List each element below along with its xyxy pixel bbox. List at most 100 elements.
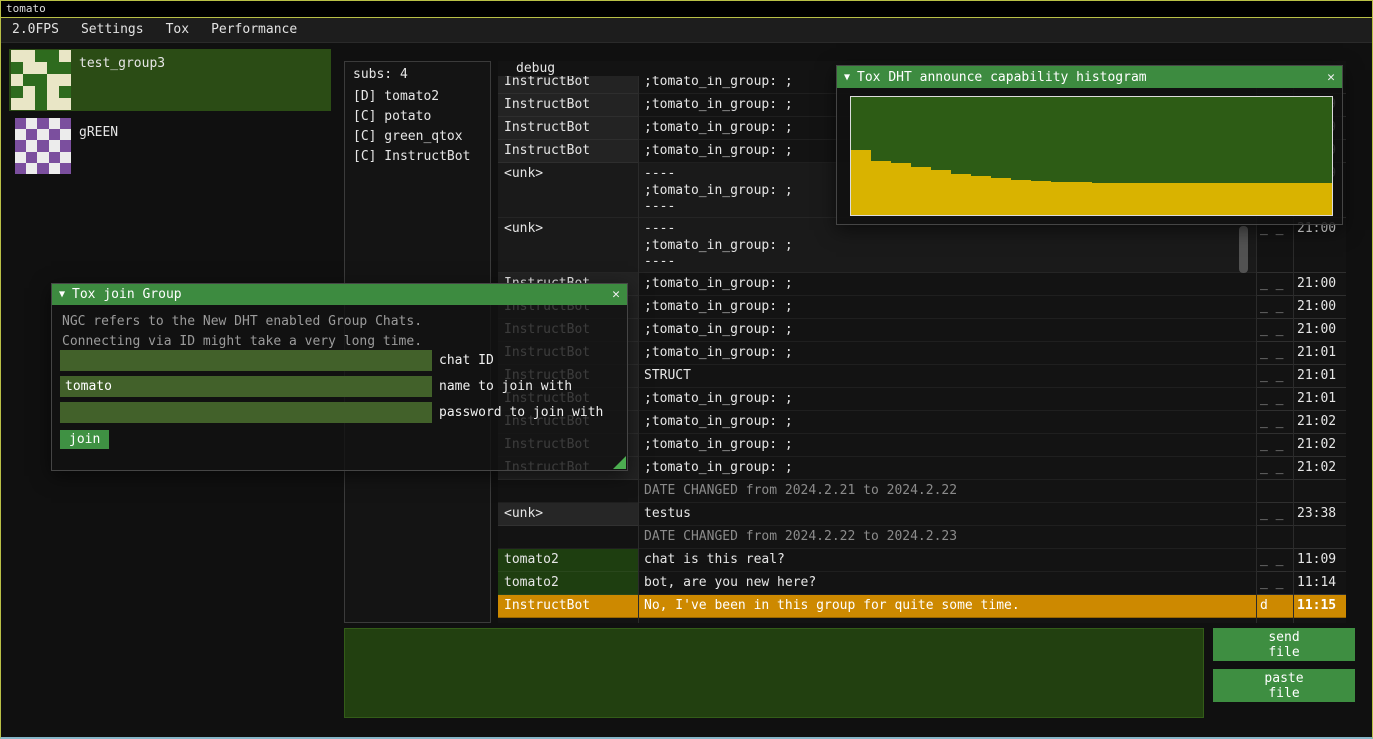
sender-name	[498, 526, 638, 549]
join-field-row: name to join with	[60, 376, 603, 397]
chat-message-row[interactable]: tomato2bot, are you new here?_ _11:14	[498, 572, 1346, 595]
histogram-bar	[971, 176, 991, 215]
histogram-window-title: Tox DHT announce capability histogram	[857, 70, 1147, 85]
message-time: 23:38	[1293, 503, 1346, 526]
join-button[interactable]: join	[60, 430, 109, 449]
date-separator-text: DATE CHANGED from 2024.2.22 to 2024.2.23	[638, 526, 1256, 549]
subs-list-item[interactable]: [C] potato	[345, 108, 490, 128]
field-label: chat ID	[439, 353, 494, 368]
join-group-window: ▼ Tox join Group ✕ NGC refers to the New…	[51, 283, 628, 471]
message-text: No, I've been in this group for quite so…	[638, 595, 1256, 618]
message-flags: _ _	[1256, 319, 1293, 342]
sender-name: InstructBot	[498, 117, 638, 140]
tab-debug[interactable]: debug	[516, 61, 555, 76]
message-time: 21:02	[1293, 411, 1346, 434]
chat-message-row[interactable]: tomato2chat is this real?_ _11:09	[498, 549, 1346, 572]
histogram-window-titlebar[interactable]: ▼ Tox DHT announce capability histogram …	[837, 66, 1342, 88]
sender-name: InstructBot	[498, 595, 638, 618]
histogram-bar	[1232, 183, 1252, 215]
histogram-bar	[1172, 183, 1192, 215]
resize-grip[interactable]	[613, 456, 626, 469]
app-window: tomato 2.0FPSSettingsToxPerformance test…	[0, 0, 1373, 739]
group-name: gREEN	[79, 125, 118, 140]
date-separator-text: DATE CHANGED from 2024.2.21 to 2024.2.22	[638, 480, 1256, 503]
message-time: 11:15	[1293, 595, 1346, 618]
field-label: password to join with	[439, 405, 603, 420]
menu-item-settings[interactable]: Settings	[70, 18, 155, 42]
collapse-arrow-icon[interactable]: ▼	[844, 72, 850, 83]
collapse-arrow-icon[interactable]: ▼	[59, 289, 65, 300]
message-text: chat is this real?	[638, 549, 1256, 572]
chat-message-row[interactable]: <unk>----;tomato_in_group: ;----_ _21:00	[498, 218, 1346, 273]
message-time: 21:00	[1293, 296, 1346, 319]
message-flags: _ _	[1256, 434, 1293, 457]
subs-list-item[interactable]: [C] green_qtox	[345, 128, 490, 148]
menu-item-performance[interactable]: Performance	[200, 18, 308, 42]
join-info-text: NGC refers to the New DHT enabled Group …	[62, 312, 627, 332]
message-text: testus	[638, 503, 1256, 526]
sender-name: InstructBot	[498, 76, 638, 94]
message-time: 11:14	[1293, 572, 1346, 595]
send-file-button[interactable]: send file	[1213, 628, 1355, 661]
sender-name: tomato2	[498, 572, 638, 595]
message-text: ;tomato_in_group: ;	[638, 296, 1256, 319]
paste-file-button[interactable]: paste file	[1213, 669, 1355, 702]
message-flags: _ _	[1256, 273, 1293, 296]
subs-list: [D] tomato2[C] potato[C] green_qtox[C] I…	[345, 88, 490, 168]
histogram-bar	[1152, 183, 1172, 215]
join-window-title: Tox join Group	[72, 287, 182, 302]
sender-name	[498, 480, 638, 503]
group-roster: test_group3 gREEN	[9, 49, 331, 181]
join-field-row: password to join with	[60, 402, 603, 423]
menu-item-tox[interactable]: Tox	[155, 18, 200, 42]
join-field-row: chat ID	[60, 350, 603, 371]
sender-name: <unk>	[498, 218, 638, 273]
sender-name: InstructBot	[498, 140, 638, 163]
group-item-test_group3[interactable]: test_group3	[9, 49, 331, 111]
chat-id-input[interactable]	[60, 350, 432, 371]
field-label: name to join with	[439, 379, 572, 394]
message-flags: _ _	[1256, 457, 1293, 480]
message-flags: _ _	[1256, 572, 1293, 595]
message-flags: _ _	[1256, 296, 1293, 319]
message-time: 21:02	[1293, 457, 1346, 480]
join-info-text: Connecting via ID might take a very long…	[62, 332, 627, 352]
histogram-bar	[851, 150, 871, 215]
chat-scrollbar[interactable]	[1239, 226, 1248, 273]
message-flags: d	[1256, 595, 1293, 618]
histogram-bar	[951, 174, 971, 215]
message-time: 21:01	[1293, 365, 1346, 388]
message-flags	[1256, 480, 1293, 503]
os-titlebar[interactable]: tomato	[1, 1, 1372, 18]
message-text: ;tomato_in_group: ;	[638, 434, 1256, 457]
join-window-titlebar[interactable]: ▼ Tox join Group ✕	[52, 284, 627, 305]
histogram-bar	[871, 161, 891, 215]
chat-message-row[interactable]: InstructBotNo, I've been in this group f…	[498, 595, 1346, 618]
histogram-bar	[1092, 183, 1112, 215]
message-text: ;tomato_in_group: ;	[638, 388, 1256, 411]
histogram-bar	[1112, 183, 1132, 215]
message-input[interactable]	[344, 628, 1204, 718]
message-flags: _ _	[1256, 549, 1293, 572]
histogram-bar	[1031, 181, 1051, 215]
subs-list-item[interactable]: [C] InstructBot	[345, 148, 490, 168]
menu-item-2-0fps[interactable]: 2.0FPS	[1, 18, 70, 42]
close-icon[interactable]: ✕	[1327, 70, 1335, 85]
join-password-input[interactable]	[60, 402, 432, 423]
histogram-bar	[931, 170, 951, 215]
message-time: 21:01	[1293, 388, 1346, 411]
close-icon[interactable]: ✕	[612, 287, 620, 302]
message-flags: _ _	[1256, 342, 1293, 365]
message-time: 21:00	[1293, 218, 1346, 273]
group-item-gREEN[interactable]: gREEN	[9, 118, 331, 174]
sender-name: <unk>	[498, 163, 638, 218]
chat-message-row[interactable]: <unk>testus_ _23:38	[498, 503, 1346, 526]
column-divider	[638, 76, 639, 623]
subs-list-item[interactable]: [D] tomato2	[345, 88, 490, 108]
window-title: tomato	[6, 2, 46, 15]
histogram-window: ▼ Tox DHT announce capability histogram …	[836, 65, 1343, 225]
message-time: 21:00	[1293, 273, 1346, 296]
group-avatar	[11, 50, 71, 110]
join-name-input[interactable]	[60, 376, 432, 397]
histogram-bar	[1192, 183, 1212, 215]
